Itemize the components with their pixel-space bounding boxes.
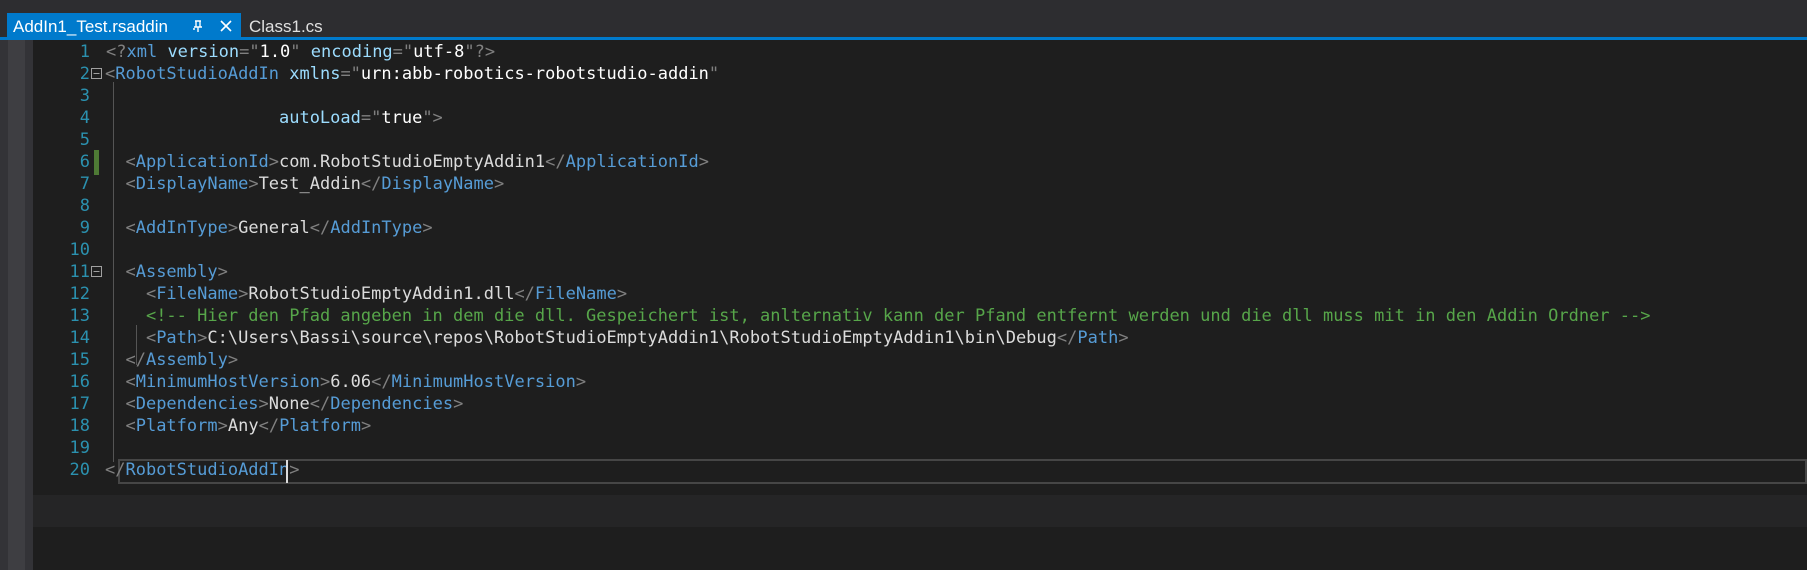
document-tab-strip: AddIn1_Test.rsaddin Class1.cs [0,0,1807,40]
collapse-minus-icon[interactable] [91,68,102,79]
editor-margin-strip [0,40,33,570]
close-icon[interactable] [218,18,234,34]
code-text: </RobotStudioAddIn> [105,460,300,480]
code-editor[interactable]: 1 <?xml version="1.0" encoding="utf-8"?>… [0,40,1807,570]
tab-label: AddIn1_Test.rsaddin [13,16,168,36]
tab-label: Class1.cs [249,16,323,36]
pin-icon[interactable] [190,18,206,34]
line-number: 20 [69,460,90,480]
tab-addin1-test-rsaddin[interactable]: AddIn1_Test.rsaddin [7,13,241,40]
editor-bottom-area [33,495,1807,527]
tab-class1-cs[interactable]: Class1.cs [242,13,323,40]
collapse-minus-icon[interactable] [91,266,102,277]
current-line-highlight [118,459,1807,484]
text-caret [286,460,288,483]
code-line-current[interactable]: 20 </RobotStudioAddIn> [33,458,1807,484]
